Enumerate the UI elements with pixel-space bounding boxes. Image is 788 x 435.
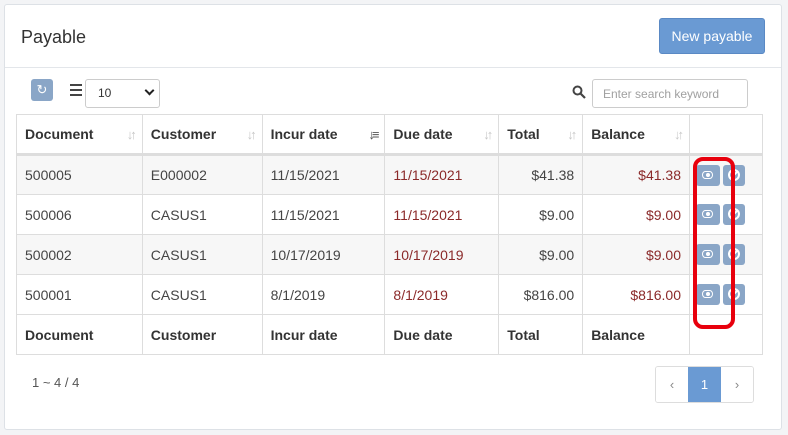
table-row: 500006 CASUS1 11/15/2021 11/15/2021 $9.0…	[16, 194, 763, 235]
cell-balance: $9.00	[582, 194, 690, 235]
cell-document: 500002	[16, 234, 143, 275]
column-header-actions	[689, 114, 763, 156]
list-icon	[70, 84, 82, 96]
cell-total: $816.00	[498, 274, 584, 315]
cell-balance: $9.00	[582, 234, 690, 275]
column-header-due-date[interactable]: Due date ↓↑	[384, 114, 500, 156]
column-header-total[interactable]: Total ↓↑	[498, 114, 584, 156]
cell-total: $9.00	[498, 194, 584, 235]
refresh-button[interactable]: ↻	[31, 79, 53, 101]
panel-header: Payable New payable	[5, 5, 781, 68]
cell-actions	[689, 274, 763, 315]
cell-customer: CASUS1	[141, 194, 263, 235]
cell-total: $41.38	[498, 154, 584, 195]
cell-customer: E000002	[141, 154, 263, 195]
cell-balance: $41.38	[582, 154, 690, 195]
cell-due-date: 8/1/2019	[384, 274, 500, 315]
table-toolbar: ↻ 10	[0, 79, 788, 111]
table-footer-row: Document Customer Incur date Due date To…	[16, 314, 763, 355]
pagination: ‹ 1 ›	[655, 366, 754, 403]
cell-incur-date: 11/15/2021	[261, 154, 386, 195]
void-button[interactable]	[723, 244, 745, 265]
cell-balance: $816.00	[582, 274, 690, 315]
table-row: 500005 E000002 11/15/2021 11/15/2021 $41…	[16, 154, 763, 195]
prev-page-button[interactable]: ‹	[656, 367, 688, 402]
cell-document: 500005	[16, 154, 143, 195]
table-row: 500002 CASUS1 10/17/2019 10/17/2019 $9.0…	[16, 234, 763, 275]
cell-actions	[689, 154, 763, 195]
sort-desc-icon: ↓≡	[368, 127, 379, 142]
search-icon	[572, 85, 586, 99]
sort-icon: ↓↑	[567, 127, 577, 142]
sort-icon: ↓↑	[126, 127, 137, 142]
table-row: 500001 CASUS1 8/1/2019 8/1/2019 $816.00 …	[16, 274, 763, 315]
next-page-button[interactable]: ›	[721, 367, 753, 402]
chevron-down-icon	[144, 85, 155, 96]
cell-incur-date: 11/15/2021	[261, 194, 386, 235]
refresh-icon: ↻	[36, 82, 48, 97]
column-header-balance[interactable]: Balance ↓↑	[582, 114, 690, 156]
cell-document: 500001	[16, 274, 143, 315]
new-payable-button[interactable]: New payable	[659, 18, 765, 54]
view-button[interactable]	[696, 204, 720, 225]
cell-due-date: 11/15/2021	[384, 194, 500, 235]
payable-table: Document ↓↑ Customer ↓↑ Incur date ↓≡ Due d…	[16, 114, 763, 355]
void-button[interactable]	[723, 204, 745, 225]
column-header-document[interactable]: Document ↓↑	[16, 114, 143, 156]
sort-icon: ↓↑	[483, 127, 493, 142]
void-button[interactable]	[723, 164, 745, 186]
cell-incur-date: 10/17/2019	[261, 234, 386, 275]
view-button[interactable]	[696, 244, 720, 265]
column-header-customer[interactable]: Customer ↓↑	[141, 114, 263, 156]
cell-document: 500006	[16, 194, 143, 235]
void-button[interactable]	[723, 284, 745, 305]
search-input[interactable]	[592, 79, 748, 108]
column-header-incur-date[interactable]: Incur date ↓≡	[261, 114, 386, 156]
cell-due-date: 10/17/2019	[384, 234, 500, 275]
cell-actions	[689, 194, 763, 235]
cell-total: $9.00	[498, 234, 584, 275]
page-size-value: 10	[98, 86, 112, 100]
cell-customer: CASUS1	[141, 234, 263, 275]
cell-incur-date: 8/1/2019	[261, 274, 386, 315]
footer-balance: Balance	[582, 314, 690, 355]
footer-actions	[689, 314, 763, 355]
footer-customer: Customer	[141, 314, 263, 355]
page-size-select[interactable]: 10	[85, 79, 160, 108]
view-button[interactable]	[696, 164, 720, 186]
sort-icon: ↓↑	[246, 127, 257, 142]
view-button[interactable]	[696, 284, 720, 305]
footer-document: Document	[16, 314, 143, 355]
page-1-button[interactable]: 1	[688, 367, 721, 402]
footer-incur-date: Incur date	[261, 314, 386, 355]
footer-due-date: Due date	[384, 314, 500, 355]
cell-actions	[689, 234, 763, 275]
cell-due-date: 11/15/2021	[384, 154, 500, 195]
record-count: 1 ~ 4 / 4	[32, 375, 80, 390]
cell-customer: CASUS1	[141, 274, 263, 315]
footer-total: Total	[498, 314, 584, 355]
table-header-row: Document ↓↑ Customer ↓↑ Incur date ↓≡ Due d…	[16, 114, 763, 156]
page-title: Payable	[21, 27, 87, 47]
sort-icon: ↓↑	[674, 127, 684, 142]
